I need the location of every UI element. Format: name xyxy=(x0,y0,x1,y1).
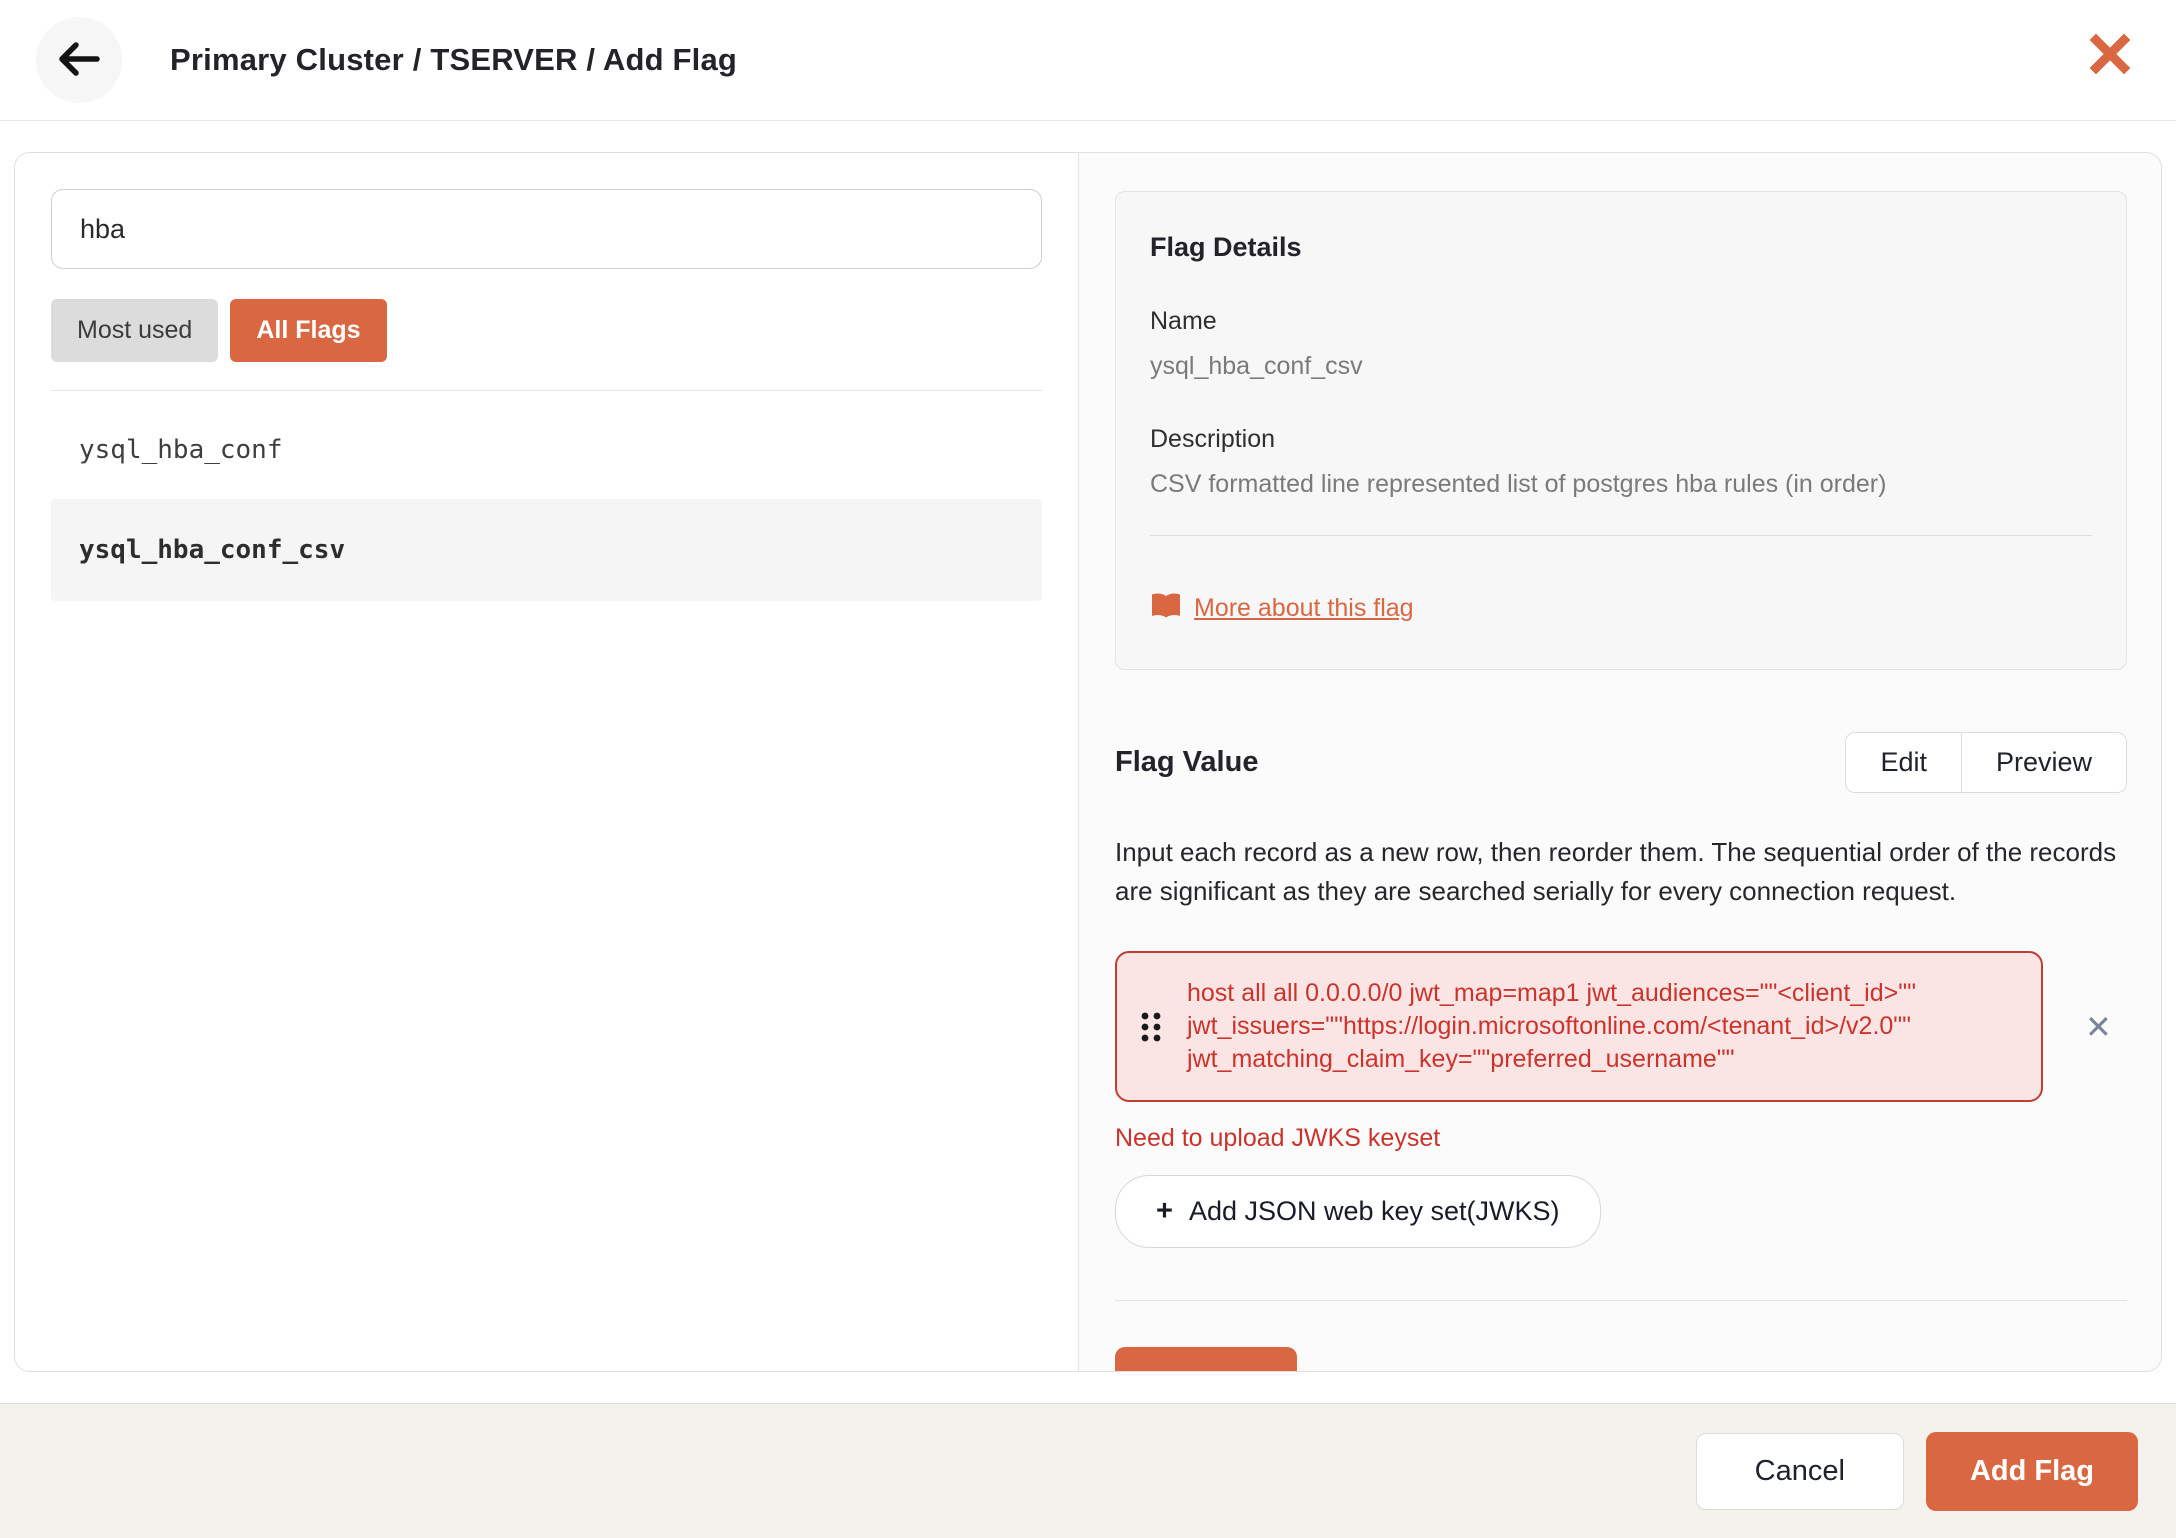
flag-details-card: Flag Details Name ysql_hba_conf_csv Desc… xyxy=(1115,191,2127,670)
flag-name-label: Name xyxy=(1150,307,1217,335)
modal-footer: Cancel Add Flag xyxy=(0,1403,2176,1538)
plus-icon: + xyxy=(1156,1195,1173,1227)
book-icon xyxy=(1150,592,1182,625)
page-title: Primary Cluster / TSERVER / Add Flag xyxy=(170,42,738,77)
more-about-flag-link[interactable]: More about this flag xyxy=(1194,594,1414,623)
flag-description-label: Description xyxy=(1150,425,1276,453)
flag-value-title: Flag Value xyxy=(1115,746,1259,778)
details-divider xyxy=(1150,535,2092,536)
jwks-error-message: Need to upload JWKS keyset xyxy=(1115,1124,1441,1152)
preview-tab[interactable]: Preview xyxy=(1960,733,2126,792)
edit-preview-toggle: Edit Preview xyxy=(1845,732,2127,793)
edit-tab[interactable]: Edit xyxy=(1846,733,1961,792)
add-flag-button[interactable]: Add Flag xyxy=(1925,1431,2138,1511)
back-arrow-icon xyxy=(57,40,101,81)
drag-handle-icon[interactable] xyxy=(1137,1007,1165,1047)
flag-details-title: Flag Details xyxy=(1150,232,1302,262)
tab-all-flags[interactable]: All Flags xyxy=(230,299,387,362)
back-button[interactable] xyxy=(36,17,122,103)
flag-list-divider xyxy=(51,390,1042,391)
flag-list-item-ysql-hba-conf-csv[interactable]: ysql_hba_conf_csv xyxy=(51,499,1042,601)
remove-row-icon[interactable]: ✕ xyxy=(2085,1011,2112,1043)
flag-value-instructions: Input each record as a new row, then reo… xyxy=(1115,837,2117,906)
tab-most-used[interactable]: Most used xyxy=(51,299,219,362)
add-jwks-label: Add JSON web key set(JWKS) xyxy=(1188,1196,1560,1226)
cancel-button[interactable]: Cancel xyxy=(1695,1432,1904,1510)
flag-value-divider xyxy=(1115,1300,2127,1301)
flag-list-item-ysql-hba-conf[interactable]: ysql_hba_conf xyxy=(51,409,1042,491)
hba-record-value: host all all 0.0.0.0/0 jwt_map=map1 jwt_… xyxy=(1187,979,1916,1073)
flag-search-pane: Most used All Flags ysql_hba_conf ysql_h… xyxy=(15,153,1078,1371)
add-flag-panel: Most used All Flags ysql_hba_conf ysql_h… xyxy=(14,152,2162,1372)
flag-detail-pane: Flag Details Name ysql_hba_conf_csv Desc… xyxy=(1079,153,2161,1371)
flag-description-value: CSV formatted line represented list of p… xyxy=(1150,470,1887,498)
close-icon[interactable] xyxy=(2086,30,2134,81)
flag-search-input[interactable] xyxy=(51,189,1042,269)
flag-name-value: ysql_hba_conf_csv xyxy=(1150,352,1363,380)
hba-record-row[interactable]: host all all 0.0.0.0/0 jwt_map=map1 jwt_… xyxy=(1115,951,2043,1102)
flag-value-row: host all all 0.0.0.0/0 jwt_map=map1 jwt_… xyxy=(1115,951,2127,1102)
add-jwks-button[interactable]: + Add JSON web key set(JWKS) xyxy=(1115,1175,1601,1248)
modal-header: Primary Cluster / TSERVER / Add Flag xyxy=(0,0,2176,121)
flag-filter-tabs: Most used All Flags xyxy=(51,299,1042,362)
add-row-button[interactable]: Add Row xyxy=(1115,1347,1297,1371)
